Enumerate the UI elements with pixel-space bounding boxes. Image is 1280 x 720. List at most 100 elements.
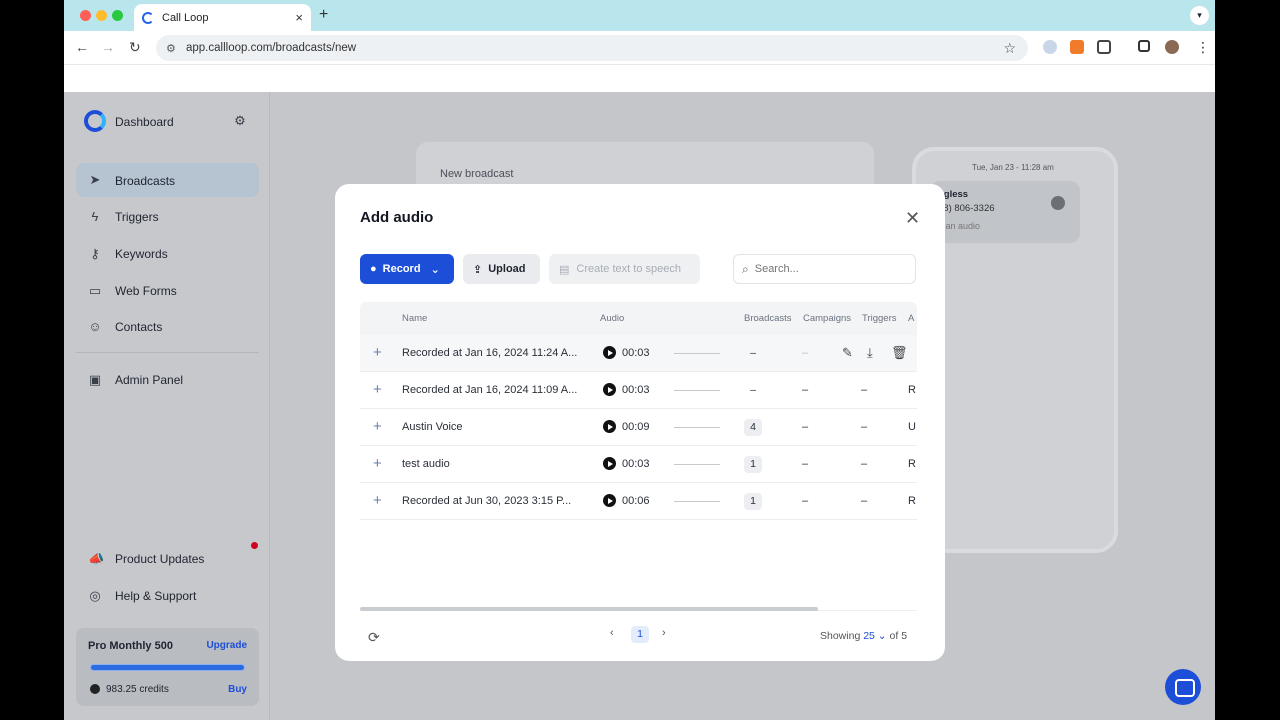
trash-icon[interactable]: 🗑: [891, 345, 908, 361]
message-bubble: ngless 88) 806-3326 d an audio: [930, 181, 1080, 243]
upload-label: Upload: [488, 263, 526, 275]
browser-window: Call Loop × + ▾ ← → ↻ ⚙ app.callloop.com…: [64, 0, 1215, 720]
sidebar-item-web-forms[interactable]: Web Forms: [115, 284, 177, 298]
campaigns-count: –: [802, 384, 809, 396]
side-panel-icon[interactable]: [1138, 40, 1150, 52]
add-audio-plus-icon[interactable]: +: [373, 455, 382, 472]
callloop-logo-icon: [84, 110, 106, 132]
download-icon[interactable]: ⤓: [867, 345, 873, 361]
table-row[interactable]: + Recorded at Jan 16, 2024 11:09 A... 00…: [360, 372, 917, 409]
upload-button[interactable]: ⇪ Upload: [463, 254, 540, 284]
add-audio-modal: Add audio ✕ ● Record ⌄ ⇪ Upload ▤ Create…: [335, 184, 945, 661]
column-broadcasts[interactable]: Broadcasts: [744, 313, 792, 324]
tts-label: Create text to speech: [576, 263, 681, 275]
horizontal-scrollbar[interactable]: [360, 607, 818, 611]
play-icon[interactable]: [603, 346, 616, 359]
table-row[interactable]: + Austin Voice 00:09 4 – – U: [360, 409, 917, 446]
site-info-icon[interactable]: ⚙: [166, 42, 178, 55]
column-campaigns[interactable]: Campaigns: [803, 313, 851, 324]
edit-pencil-icon[interactable]: ✎: [842, 345, 853, 361]
sidebar-item-contacts[interactable]: Contacts: [115, 320, 162, 334]
column-extra[interactable]: A: [908, 313, 914, 324]
sidebar-item-broadcasts[interactable]: Broadcasts: [115, 174, 175, 188]
gear-icon[interactable]: ⚙: [233, 114, 247, 128]
triggers-count: –: [861, 495, 868, 507]
waveform-scrubber[interactable]: [674, 501, 720, 502]
play-icon[interactable]: [603, 383, 616, 396]
sidebar-divider: [76, 352, 259, 353]
column-triggers[interactable]: Triggers: [862, 313, 897, 324]
puzzle-extensions-icon[interactable]: [1097, 40, 1111, 54]
page-number[interactable]: 1: [631, 626, 649, 643]
upgrade-link[interactable]: Upgrade: [206, 640, 247, 651]
sidebar: Dashboard ⚙ ➤ Broadcasts ϟ Triggers ⚷ Ke…: [64, 92, 270, 720]
play-icon[interactable]: [603, 494, 616, 507]
search-box[interactable]: ⌕: [733, 254, 916, 284]
close-tab-icon[interactable]: ×: [295, 10, 303, 25]
column-name[interactable]: Name: [402, 313, 427, 324]
minimize-window-button[interactable]: [96, 10, 107, 21]
credits-text: 983.25 credits: [106, 684, 169, 695]
bookmark-star-icon[interactable]: ☆: [1003, 40, 1016, 57]
audio-name: Recorded at Jan 16, 2024 11:24 A...: [402, 347, 578, 359]
new-tab-button[interactable]: +: [319, 6, 328, 24]
play-icon[interactable]: [603, 420, 616, 433]
add-audio-plus-icon[interactable]: +: [373, 418, 382, 435]
waveform-scrubber[interactable]: [674, 464, 720, 465]
add-audio-plus-icon[interactable]: +: [373, 381, 382, 398]
hubspot-extension-icon[interactable]: [1070, 40, 1084, 54]
sidebar-item-help-support[interactable]: Help & Support: [115, 589, 196, 603]
refresh-icon[interactable]: ⟳: [368, 629, 380, 646]
showing-label: Showing: [820, 630, 861, 642]
speech-bubble-icon: ▤: [559, 263, 570, 276]
add-audio-plus-icon[interactable]: +: [373, 492, 382, 509]
audio-name: Recorded at Jan 16, 2024 11:09 A...: [402, 384, 578, 396]
broadcasts-count: 1: [744, 456, 762, 473]
record-button[interactable]: ● Record ⌄: [360, 254, 454, 284]
extension-icon[interactable]: [1043, 40, 1057, 54]
audio-name: test audio: [402, 458, 450, 470]
search-input[interactable]: [754, 263, 895, 275]
tab-search-chevron-icon[interactable]: ▾: [1190, 6, 1209, 25]
reload-icon[interactable]: ↻: [129, 39, 141, 56]
sidebar-item-keywords[interactable]: Keywords: [115, 247, 168, 261]
megaphone-icon: 📣: [88, 551, 105, 566]
address-bar[interactable]: ⚙ app.callloop.com/broadcasts/new ☆: [156, 35, 1028, 61]
triggers-count: –: [861, 421, 868, 433]
broadcasts-count: 1: [744, 493, 762, 510]
browser-menu-icon[interactable]: ⋮: [1196, 39, 1210, 55]
table-row[interactable]: + Recorded at Jan 16, 2024 11:24 A... 00…: [360, 335, 917, 372]
users-icon: ☺: [88, 319, 102, 334]
campaigns-count: –: [802, 347, 809, 359]
forward-arrow-icon[interactable]: →: [101, 39, 115, 55]
modal-title: Add audio: [360, 209, 434, 226]
close-window-button[interactable]: [80, 10, 91, 21]
key-icon: ⚷: [90, 246, 100, 261]
buy-link[interactable]: Buy: [228, 684, 247, 695]
sidebar-item-admin-panel[interactable]: Admin Panel: [115, 373, 183, 387]
waveform-scrubber[interactable]: [674, 427, 720, 428]
back-arrow-icon[interactable]: ←: [75, 39, 89, 55]
close-icon[interactable]: ✕: [905, 208, 920, 229]
chat-support-launcher-icon[interactable]: [1165, 669, 1201, 705]
maximize-window-button[interactable]: [112, 10, 123, 21]
sidebar-dashboard[interactable]: Dashboard: [115, 115, 174, 129]
prev-page-chevron-icon[interactable]: ‹: [610, 627, 614, 639]
app-area: Dashboard ⚙ ➤ Broadcasts ϟ Triggers ⚷ Ke…: [64, 92, 1215, 720]
table-row[interactable]: + test audio 00:03 1 – – R: [360, 446, 917, 483]
profile-avatar[interactable]: [1165, 40, 1179, 54]
column-audio[interactable]: Audio: [600, 313, 624, 324]
waveform-scrubber[interactable]: [674, 353, 720, 354]
create-text-to-speech-button[interactable]: ▤ Create text to speech: [549, 254, 700, 284]
play-icon[interactable]: [603, 457, 616, 470]
browser-tab[interactable]: Call Loop ×: [134, 4, 311, 31]
add-audio-plus-icon[interactable]: +: [373, 344, 382, 361]
send-icon: ➤: [89, 172, 101, 187]
waveform-scrubber[interactable]: [674, 390, 720, 391]
table-row[interactable]: + Recorded at Jun 30, 2023 3:15 P... 00:…: [360, 483, 917, 520]
sidebar-item-triggers[interactable]: Triggers: [115, 210, 159, 224]
next-page-chevron-icon[interactable]: ›: [662, 627, 666, 639]
per-page-select[interactable]: 25 ⌄: [863, 630, 886, 642]
table-header: Name Audio Broadcasts Campaigns Triggers…: [360, 302, 917, 335]
sidebar-item-product-updates[interactable]: Product Updates: [115, 552, 204, 566]
